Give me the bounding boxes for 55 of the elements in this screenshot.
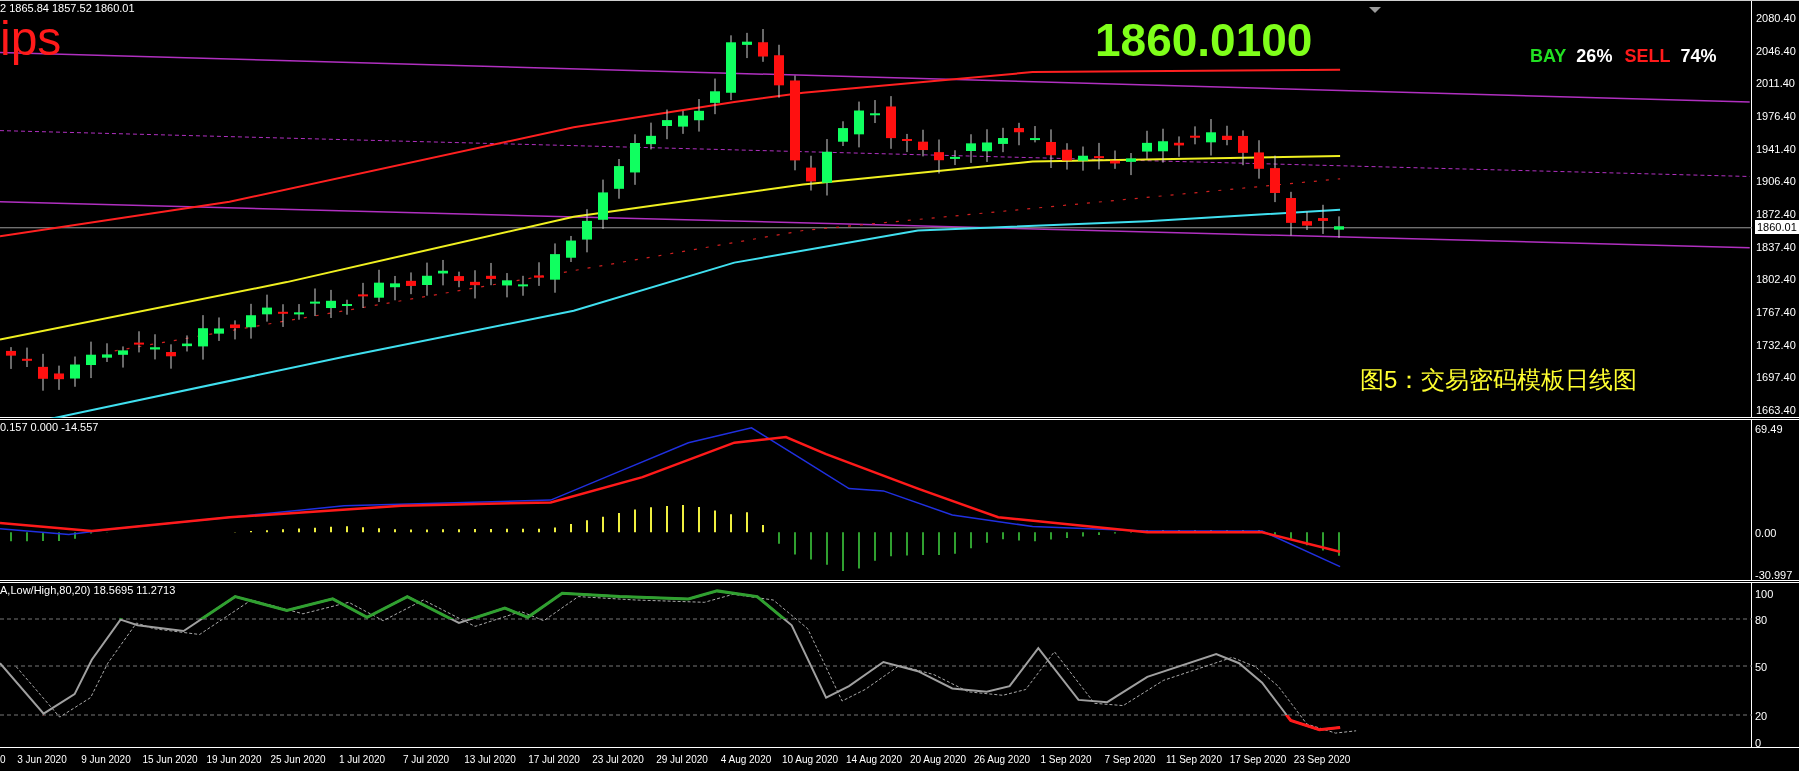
price-axis-label: 2080.40	[1755, 11, 1797, 25]
sentiment-percent: 26%	[1576, 47, 1613, 65]
price-axis-label: 1767.40	[1755, 304, 1797, 319]
chart-caption: 图5：交易密码模板日线图	[1360, 368, 1638, 392]
stochastic-axis-label: 0	[1755, 736, 1762, 750]
price-axis-label: 1732.40	[1755, 337, 1797, 352]
time-axis-label: 13 Jul 2020	[463, 753, 517, 767]
time-axis-label: 1 Jul 2020	[337, 753, 387, 767]
stochastic-readout: A,Low/High,80,20) 18.5695 11.2713	[0, 585, 176, 596]
time-axis-label: 1 Sep 2020	[1039, 753, 1093, 767]
time-axis-label: 0	[0, 753, 7, 767]
stochastic-axis-label: 80	[1755, 613, 1768, 627]
sentiment-percent: 74%	[1680, 47, 1717, 65]
sentiment-label: SELL	[1624, 47, 1671, 65]
sentiment-label: BAY	[1530, 47, 1567, 65]
price-axis-label: 1941.40	[1755, 141, 1797, 156]
marker-icon	[1369, 7, 1381, 13]
time-axis-label: 7 Sep 2020	[1103, 753, 1157, 767]
macd-axis-label: 69.49	[1755, 422, 1783, 436]
time-axis-label: 25 Jun 2020	[269, 753, 327, 767]
current-price-tag: 1860.01	[1755, 220, 1799, 234]
time-axis-label: 3 Jun 2020	[16, 753, 68, 767]
price-display: 1860.0100	[1095, 17, 1313, 63]
time-axis-label: 4 Aug 2020	[719, 753, 773, 767]
time-axis-label: 7 Jul 2020	[401, 753, 451, 767]
price-axis-label: 1802.40	[1755, 272, 1797, 287]
time-axis-label: 20 Aug 2020	[908, 753, 968, 767]
time-axis-label: 17 Sep 2020	[1228, 753, 1288, 767]
time-axis-label: 19 Jun 2020	[205, 753, 263, 767]
macd-axis-label: -30.997	[1755, 568, 1793, 582]
price-axis-label: 1906.40	[1755, 174, 1797, 189]
time-axis-label: 26 Aug 2020	[972, 753, 1032, 767]
price-axis-label: 2011.40	[1755, 76, 1796, 91]
time-axis-label: 15 Jun 2020	[141, 753, 199, 767]
time-axis-label: 10 Aug 2020	[780, 753, 840, 767]
price-axis-label: 1837.40	[1755, 239, 1797, 254]
stochastic-axis-label: 100	[1755, 587, 1774, 601]
price-axis-label: 1697.40	[1755, 370, 1797, 385]
stochastic-axis-label: 20	[1755, 709, 1768, 723]
time-axis-label: 11 Sep 2020	[1165, 753, 1223, 767]
price-axis-label: 1976.40	[1755, 108, 1797, 123]
time-axis-label: 14 Aug 2020	[844, 753, 904, 767]
macd-readout: 0.157 0.000 -14.557	[0, 422, 99, 433]
time-axis-label: 17 Jul 2020	[527, 753, 581, 767]
logo-text: ips	[0, 15, 62, 63]
time-axis-label: 23 Sep 2020	[1292, 753, 1352, 767]
time-axis-label: 29 Jul 2020	[655, 753, 709, 767]
macd-axis-label: 0.00	[1755, 526, 1777, 540]
price-axis-label: 2046.40	[1755, 43, 1797, 58]
price-axis-label: 1663.40	[1755, 402, 1797, 417]
price-axis-label: 1872.40	[1755, 206, 1797, 221]
time-axis-label: 23 Jul 2020	[591, 753, 645, 767]
time-axis-label: 9 Jun 2020	[80, 753, 132, 767]
stochastic-axis-label: 50	[1755, 660, 1768, 674]
ohlc-readout: 2 1865.84 1857.52 1860.01	[0, 3, 135, 14]
